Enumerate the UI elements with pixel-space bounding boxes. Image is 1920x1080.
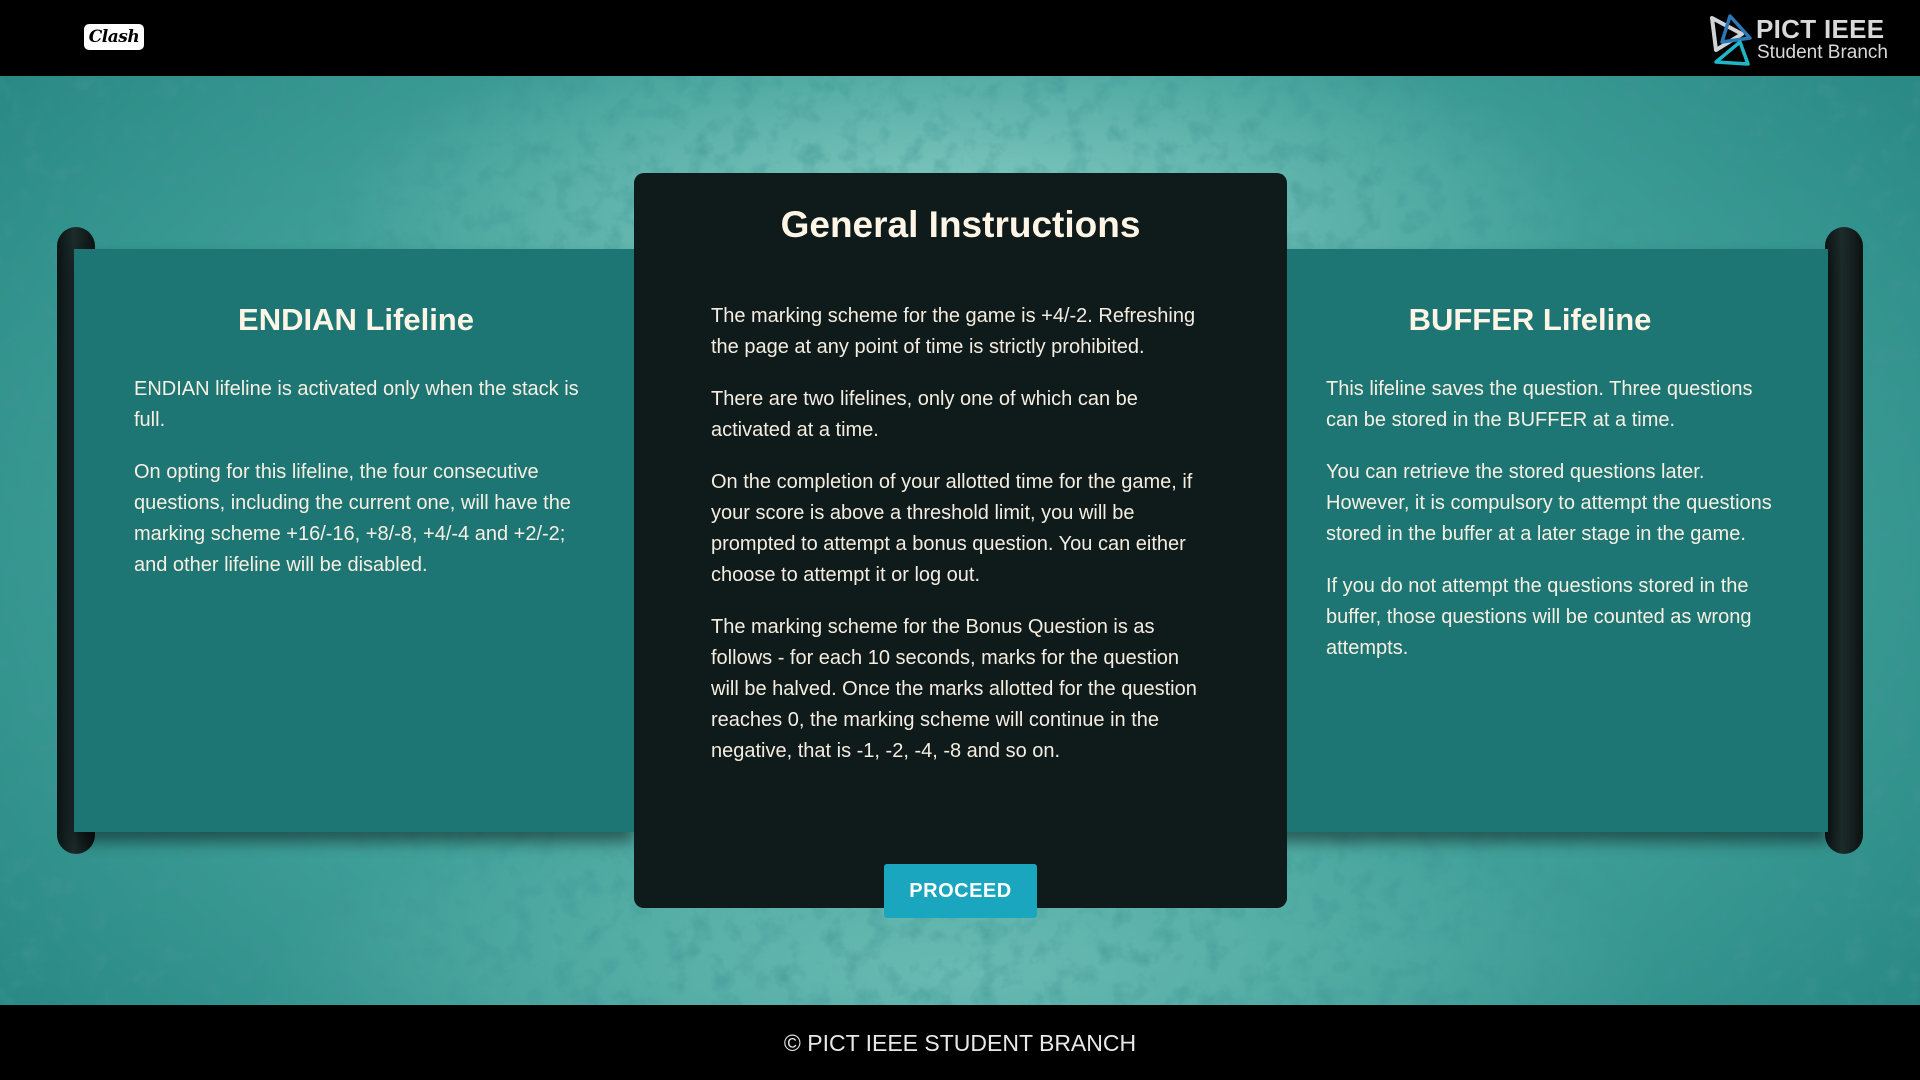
right-scroll-roll [1825, 227, 1863, 854]
paragraph: ENDIAN lifeline is activated only when t… [134, 378, 579, 431]
copyright-text: © PICT IEEE STUDENT BRANCH [783, 1030, 1137, 1056]
main-area: ENDIAN Lifeline ENDIAN lifeline is activ… [0, 76, 1920, 1005]
clash-logo: Clash [84, 24, 144, 50]
endian-lifeline-title: ENDIAN Lifeline [238, 302, 474, 337]
paragraph: There are two lifelines, only one of whi… [711, 388, 1138, 441]
buffer-lifeline-title: BUFFER Lifeline [1408, 302, 1652, 337]
footer: © PICT IEEE STUDENT BRANCH [0, 1005, 1920, 1080]
pict-ieee-logo: PICT IEEE Student Branch [1708, 12, 1908, 66]
paragraph: On opting for this lifeline, the four co… [134, 461, 571, 576]
pict-ieee-triangle-icon [1710, 14, 1752, 66]
general-instructions-title: General Instructions [780, 204, 1141, 245]
endian-lifeline-body: ENDIAN lifeline is activated only when t… [134, 374, 604, 602]
proceed-button[interactable]: PROCEED [884, 864, 1037, 918]
general-instructions-body: The marking scheme for the game is +4/-2… [711, 301, 1211, 788]
paragraph: You can retrieve the stored questions la… [1326, 461, 1772, 545]
paragraph: The marking scheme for the game is +4/-2… [711, 305, 1196, 358]
paragraph: The marking scheme for the Bonus Questio… [711, 616, 1197, 762]
paragraph: This lifeline saves the question. Three … [1326, 378, 1753, 431]
instructions-page: Clash PICT IEEE Student Branch ENDIAN Li… [0, 0, 1920, 1080]
buffer-lifeline-panel: BUFFER Lifeline This lifeline saves the … [1260, 249, 1828, 832]
paragraph: On the completion of your allotted time … [711, 471, 1193, 586]
org-title: PICT IEEE [1756, 14, 1885, 44]
org-subtitle: Student Branch [1757, 42, 1888, 63]
general-instructions-card: General Instructions The marking scheme … [634, 173, 1287, 908]
buffer-lifeline-body: This lifeline saves the question. Three … [1326, 374, 1788, 685]
top-bar: Clash PICT IEEE Student Branch [0, 0, 1920, 76]
endian-lifeline-panel: ENDIAN Lifeline ENDIAN lifeline is activ… [74, 249, 634, 832]
paragraph: If you do not attempt the questions stor… [1326, 575, 1752, 659]
